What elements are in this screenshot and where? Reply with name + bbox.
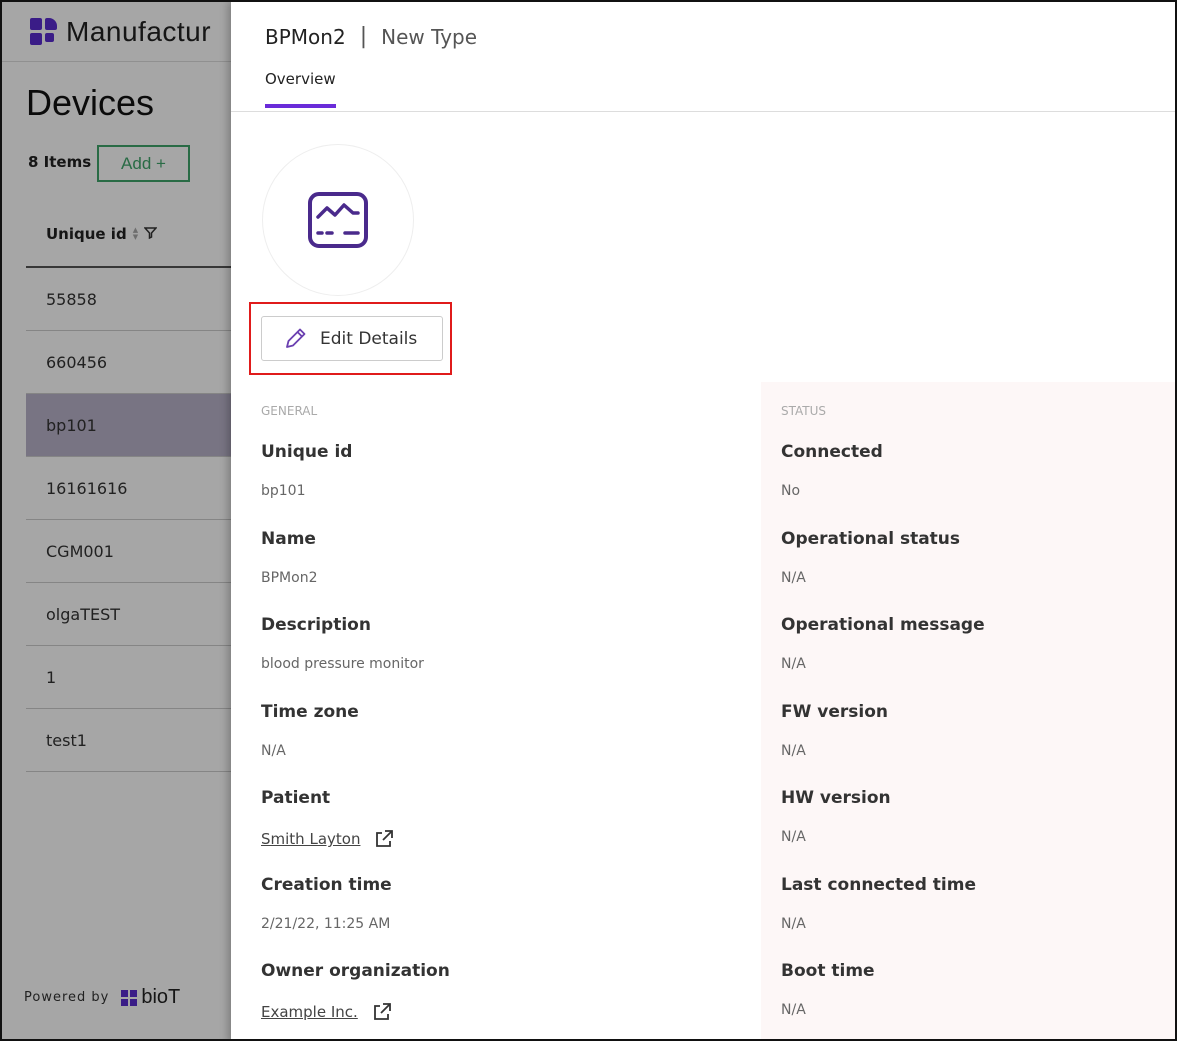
- field-connected: Connected No: [781, 442, 1161, 529]
- organization-link[interactable]: Example Inc.: [261, 1003, 358, 1021]
- field-label: Name: [261, 528, 316, 549]
- field-value: Smith Layton: [261, 829, 721, 849]
- field-label: Boot time: [781, 961, 875, 981]
- field-value: N/A: [781, 569, 806, 586]
- field-label: Connected: [781, 442, 883, 462]
- external-link-icon[interactable]: [374, 829, 394, 849]
- field-label: Last connected time: [781, 874, 976, 895]
- device-type: New Type: [381, 24, 478, 49]
- monitor-icon: [308, 192, 368, 248]
- status-title: STATUS: [781, 404, 827, 418]
- field-fw-version: FW version N/A: [781, 702, 1161, 789]
- tab-overview[interactable]: Overview: [265, 70, 336, 108]
- field-label: Creation time: [261, 874, 392, 895]
- field-value: bp101: [261, 483, 306, 499]
- field-label: Patient: [261, 788, 331, 808]
- field-value: N/A: [781, 829, 806, 845]
- field-boot-time: Boot time N/A: [781, 961, 1161, 1039]
- field-label: FW version: [781, 701, 889, 722]
- field-label: HW version: [781, 788, 891, 808]
- field-value: BPMon2: [261, 569, 318, 586]
- field-label: Description: [261, 615, 371, 635]
- device-details-drawer: BPMon2 | New Type Overview Edit Details: [231, 2, 1175, 1039]
- field-operational-status: Operational status N/A: [781, 529, 1161, 616]
- field-name: Name BPMon2: [261, 529, 721, 616]
- device-name: BPMon2: [265, 24, 346, 49]
- drawer-header: BPMon2 | New Type: [265, 24, 477, 49]
- field-unique-id: Unique id bp101: [261, 442, 721, 529]
- field-time-zone: Time zone N/A: [261, 702, 721, 789]
- patient-link[interactable]: Smith Layton: [261, 830, 360, 848]
- field-value: Example Inc.: [261, 1002, 721, 1022]
- status-section: STATUS Connected No Operational status N…: [781, 404, 1161, 1039]
- general-section: GENERAL Unique id bp101 Name BPMon2 Desc…: [261, 404, 721, 1039]
- field-label: Unique id: [261, 442, 353, 462]
- field-value: N/A: [261, 742, 286, 759]
- field-value: blood pressure monitor: [261, 656, 424, 672]
- field-last-connected-time: Last connected time N/A: [781, 875, 1161, 962]
- field-value: No: [781, 483, 801, 499]
- field-value: N/A: [781, 656, 806, 672]
- edit-details-label: Edit Details: [320, 328, 418, 349]
- screenshot-frame: Manufactur Devices 8 Items Add + Unique …: [0, 0, 1177, 1041]
- field-owner-organization: Owner organization Example Inc.: [261, 961, 721, 1039]
- field-label: Owner organization: [261, 961, 450, 981]
- field-description: Description blood pressure monitor: [261, 615, 721, 702]
- general-title: GENERAL: [261, 404, 318, 418]
- device-avatar: [262, 144, 414, 296]
- external-link-icon[interactable]: [372, 1002, 392, 1022]
- field-label: Time zone: [261, 701, 359, 722]
- tab-divider: [231, 111, 1175, 112]
- field-value: N/A: [781, 742, 806, 759]
- pencil-icon: [286, 328, 306, 348]
- field-label: Operational status: [781, 528, 961, 549]
- field-label: Operational message: [781, 615, 985, 635]
- field-operational-message: Operational message N/A: [781, 615, 1161, 702]
- field-value: 2/21/22, 11:25 AM: [261, 915, 391, 932]
- field-value: N/A: [781, 1002, 806, 1018]
- field-hw-version: HW version N/A: [781, 788, 1161, 875]
- field-value: N/A: [781, 915, 806, 932]
- header-separator: |: [359, 24, 368, 49]
- field-patient: Patient Smith Layton: [261, 788, 721, 875]
- field-creation-time: Creation time 2/21/22, 11:25 AM: [261, 875, 721, 962]
- edit-details-button[interactable]: Edit Details: [261, 316, 443, 361]
